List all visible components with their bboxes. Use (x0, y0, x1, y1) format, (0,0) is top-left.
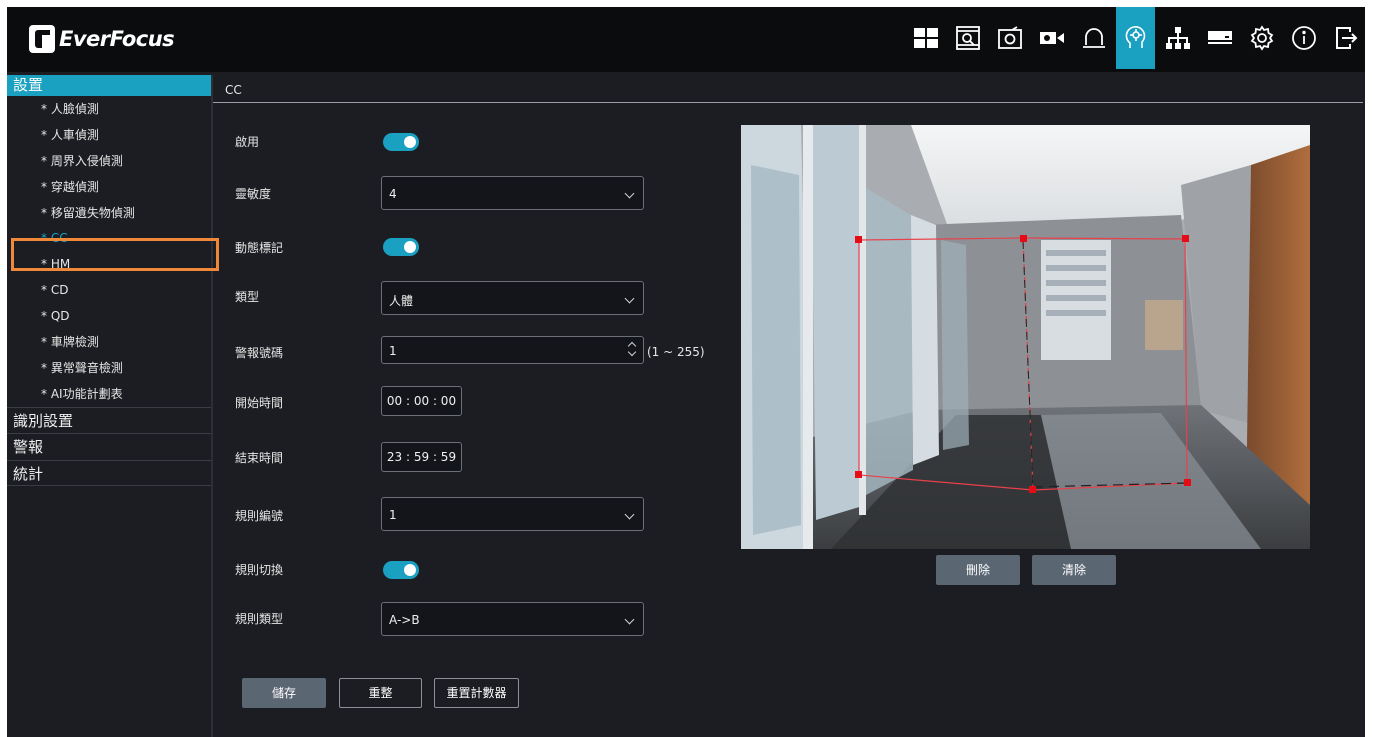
reset-button[interactable]: 重整 (339, 678, 422, 708)
chevron-down-icon (624, 614, 635, 625)
live-view-grid-icon[interactable] (906, 7, 945, 69)
sensitivity-label: 靈敏度 (235, 187, 272, 201)
sidebar-item-face-detection[interactable]: * 人臉偵測 (7, 96, 211, 122)
settings-gear-icon[interactable] (1242, 7, 1281, 69)
type-label: 類型 (235, 290, 260, 304)
sidebar-group-statistics[interactable]: 統計 (7, 459, 211, 487)
logout-icon[interactable] (1326, 7, 1365, 69)
sidebar-item-cc[interactable]: * CC (7, 225, 211, 251)
info-icon[interactable] (1284, 7, 1323, 69)
playback-icon[interactable] (948, 7, 987, 69)
sidebar-item-perimeter-intrusion[interactable]: * 周界入侵偵測 (7, 148, 211, 174)
camera-scene (741, 125, 1310, 549)
sidebar-item-license-plate[interactable]: * 車牌檢測 (7, 329, 211, 355)
sidebar-item-human-vehicle-detection[interactable]: * 人車偵測 (7, 122, 211, 148)
start-time-label: 開始時間 (235, 396, 284, 410)
camera-preview[interactable] (741, 125, 1310, 549)
record-icon[interactable] (1032, 7, 1071, 69)
rule-number-value: 1 (389, 508, 397, 522)
alarm-bell-icon[interactable] (1074, 7, 1113, 69)
app-window: EverFocus 設置 * 人臉偵測 * 人車偵測 * 周界入侵偵測 * 穿越… (7, 7, 1365, 737)
reset-counter-button[interactable]: 重置計數器 (434, 678, 519, 708)
sidebar-item-ai-schedule[interactable]: * AI功能計劃表 (7, 381, 211, 407)
snapshot-icon[interactable] (990, 7, 1029, 69)
everfocus-logo: EverFocus (29, 23, 175, 55)
enable-label: 啟用 (235, 135, 260, 149)
logo-mark-icon (29, 25, 55, 53)
sidebar-item-abnormal-sound[interactable]: * 異常聲音檢測 (7, 355, 211, 381)
number-stepper-icon[interactable] (627, 340, 637, 360)
enable-toggle[interactable] (383, 133, 419, 151)
sidebar-header-settings[interactable]: 設置 (7, 75, 211, 96)
rule-type-select[interactable]: A->B (381, 602, 644, 636)
main-panel: CC 啟用 靈敏度 4 動態標記 類型 人體 警報號碼 1 (1 ~ 255) … (213, 75, 1365, 737)
logo-text: EverFocus (59, 27, 175, 51)
rule-type-label: 規則類型 (235, 612, 284, 626)
chevron-down-icon (624, 293, 635, 304)
alarm-number-label: 警報號碼 (235, 346, 284, 360)
sidebar-group-alarm[interactable]: 警報 (7, 433, 211, 460)
sidebar-item-object-left-missing[interactable]: * 移留遺失物偵測 (7, 200, 211, 226)
sensitivity-value: 4 (389, 187, 397, 201)
end-time-label: 結束時間 (235, 451, 284, 465)
delete-button[interactable]: 刪除 (936, 555, 1020, 585)
chevron-down-icon (624, 188, 635, 199)
sidebar: 設置 * 人臉偵測 * 人車偵測 * 周界入侵偵測 * 穿越偵測 * 移留遺失物… (7, 75, 219, 737)
end-time-input[interactable]: 23 : 59 : 59 (381, 442, 462, 472)
top-menu (903, 7, 1365, 72)
rule-switch-label: 規則切換 (235, 563, 284, 577)
rule-type-value: A->B (389, 613, 420, 627)
storage-icon[interactable] (1200, 7, 1239, 69)
sidebar-item-cd[interactable]: * CD (7, 277, 211, 303)
rule-number-label: 規則編號 (235, 509, 284, 523)
rule-switch-toggle[interactable] (383, 561, 419, 579)
rule-number-select[interactable]: 1 (381, 497, 644, 531)
alarm-number-range: (1 ~ 255) (647, 345, 705, 359)
start-time-input[interactable]: 00 : 00 : 00 (381, 386, 462, 416)
sidebar-group-recognition[interactable]: 識別設置 (7, 406, 211, 434)
page-title: CC (213, 80, 1363, 103)
save-button[interactable]: 儲存 (242, 678, 326, 708)
clear-button[interactable]: 清除 (1032, 555, 1116, 585)
dynamic-mark-label: 動態標記 (235, 241, 284, 255)
chevron-down-icon (624, 509, 635, 520)
top-bar: EverFocus (7, 7, 1365, 72)
sidebar-item-line-crossing[interactable]: * 穿越偵測 (7, 174, 211, 200)
alarm-number-input[interactable]: 1 (381, 336, 644, 364)
sidebar-item-qd[interactable]: * QD (7, 303, 211, 329)
type-select[interactable]: 人體 (381, 281, 644, 315)
network-icon[interactable] (1158, 7, 1197, 69)
sidebar-item-hm[interactable]: * HM (7, 251, 211, 277)
type-value: 人體 (389, 294, 414, 308)
alarm-number-value: 1 (389, 344, 397, 358)
ai-brain-icon[interactable] (1116, 7, 1155, 69)
sensitivity-select[interactable]: 4 (381, 176, 644, 210)
dynamic-mark-toggle[interactable] (383, 238, 419, 256)
